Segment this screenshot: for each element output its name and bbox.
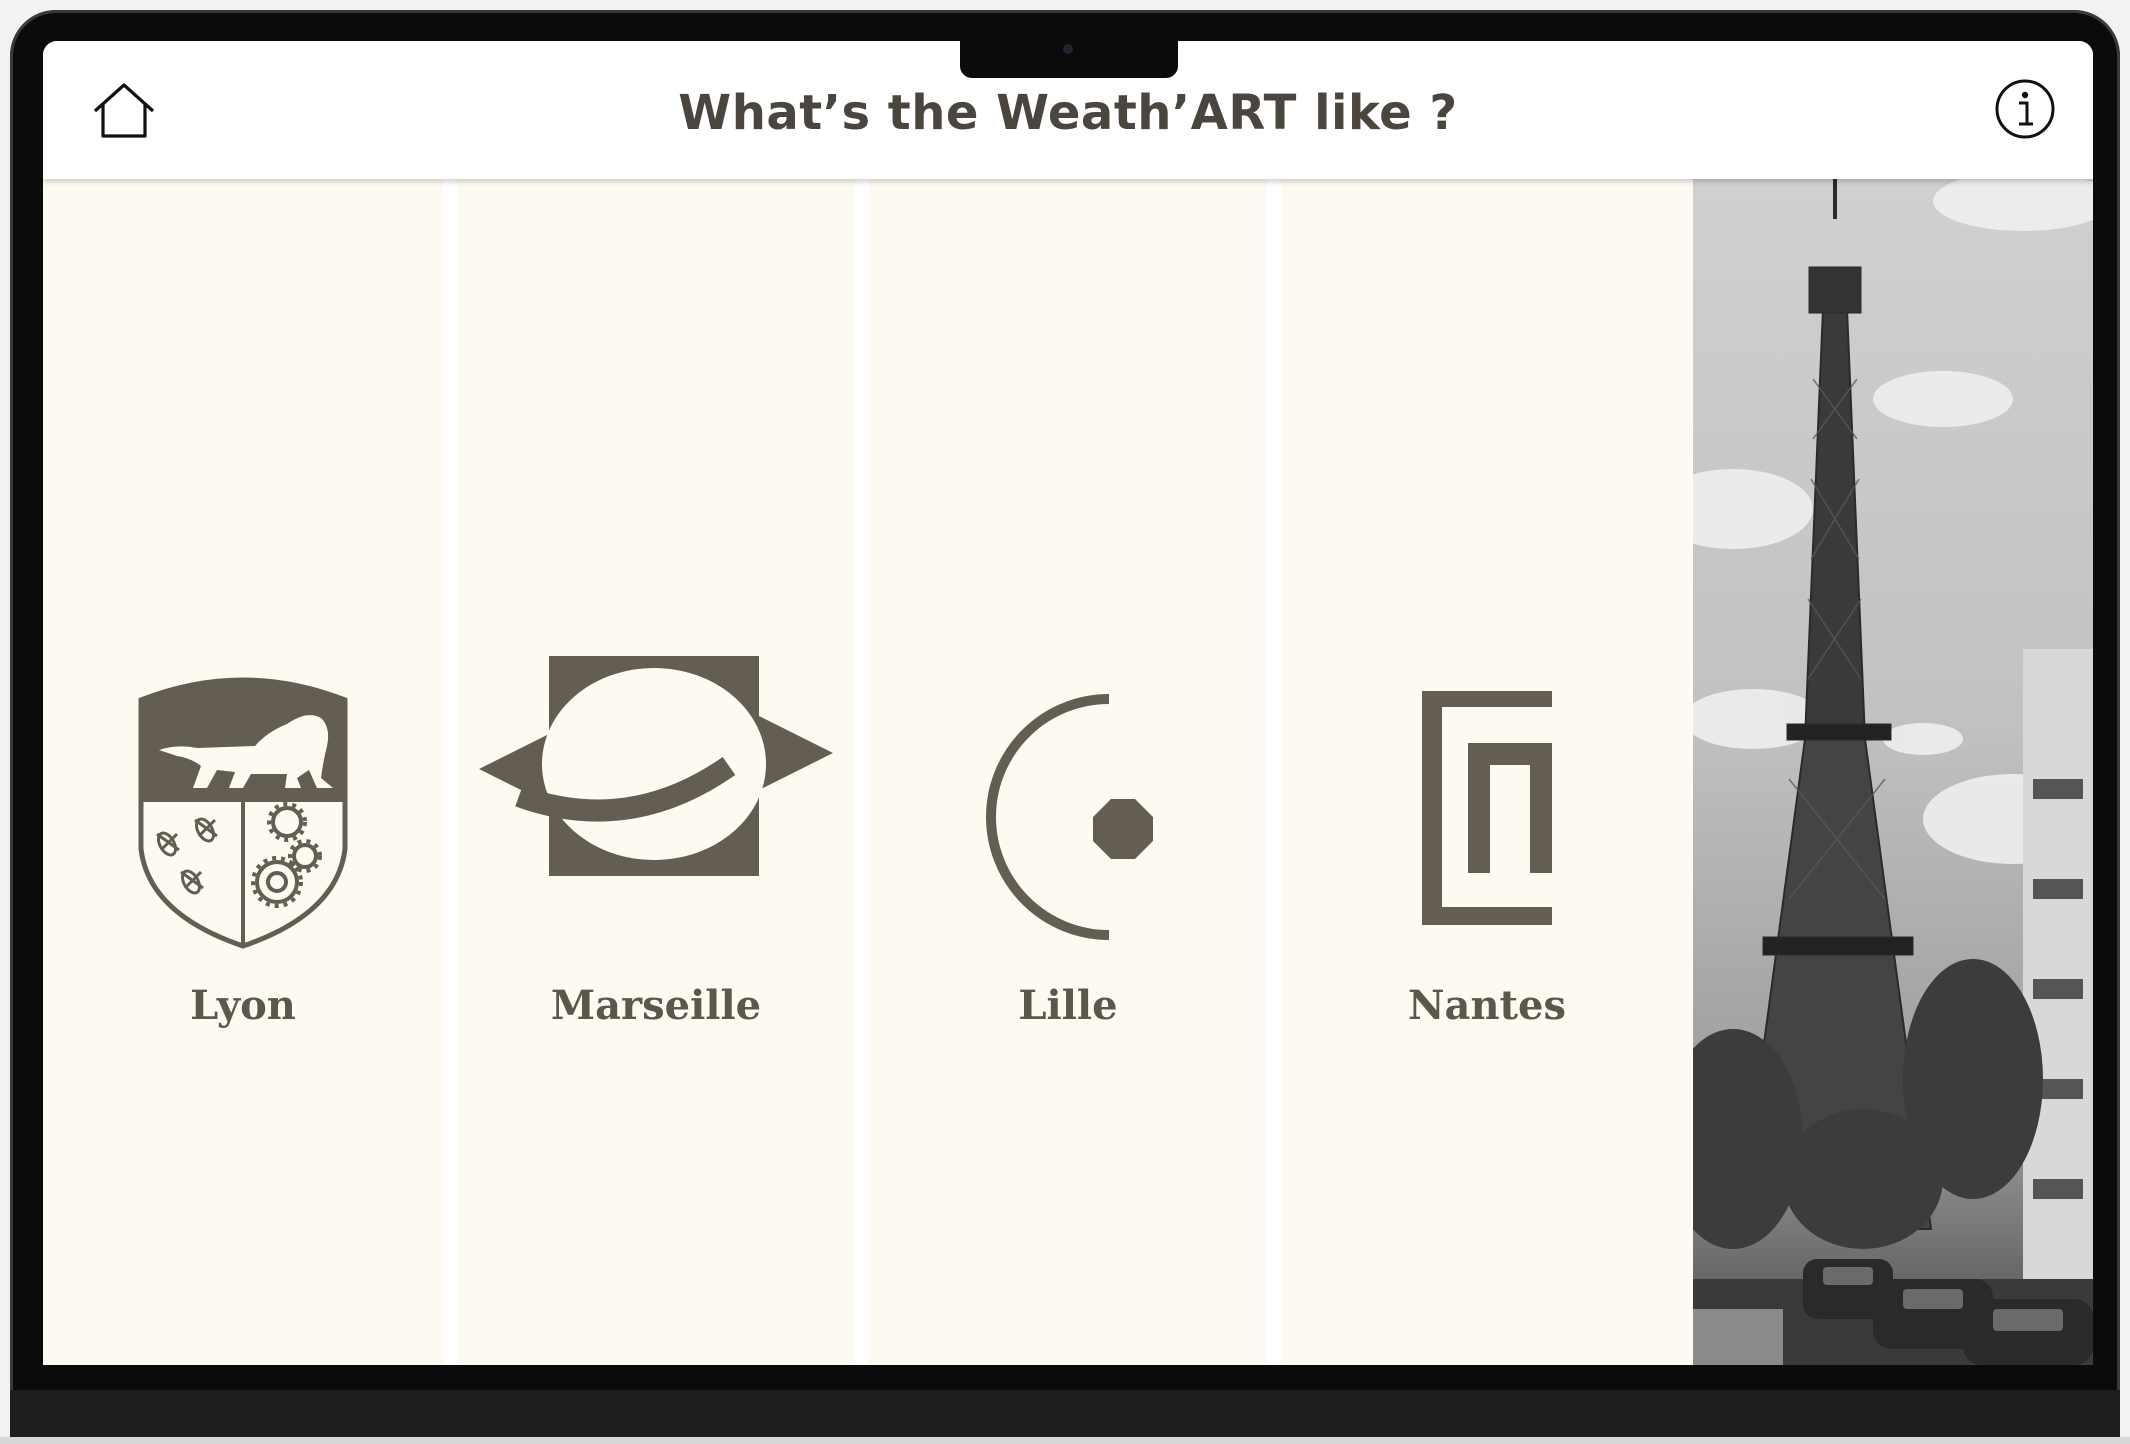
camera-icon <box>1063 44 1073 54</box>
city-panel-lille[interactable]: Lille <box>869 179 1267 1365</box>
page-title: What’s the Weath’ART like ? <box>678 85 1458 141</box>
info-button[interactable] <box>1993 77 2057 141</box>
eiffel-tower-photo <box>1693 179 2093 1365</box>
info-icon <box>1995 79 2055 139</box>
panel-divider <box>855 179 869 1365</box>
nantes-logo-icon <box>1422 691 1552 925</box>
laptop-bottom-bar <box>10 1390 2120 1444</box>
marseille-logo-icon <box>479 656 833 876</box>
lyon-crest-icon <box>138 677 348 949</box>
lille-logo-icon <box>986 694 1153 940</box>
city-panel-marseille[interactable]: Marseille <box>457 179 855 1365</box>
city-label-nantes: Nantes <box>1407 982 1566 1029</box>
laptop-base <box>0 1437 2130 1444</box>
city-panel-lyon[interactable]: Lyon <box>43 179 443 1365</box>
panel-divider <box>443 179 457 1365</box>
city-panel-nantes[interactable]: Nantes <box>1281 179 1693 1365</box>
city-label-lille: Lille <box>1018 982 1118 1029</box>
city-label-marseille: Marseille <box>550 982 762 1029</box>
app-screen: What’s the Weath’ART like ? Lyon Marseil… <box>43 41 2093 1365</box>
panel-divider <box>1267 179 1281 1365</box>
city-label-lyon: Lyon <box>190 982 296 1029</box>
city-panels: Lyon Marseille Lille Nantes <box>43 179 2093 1365</box>
